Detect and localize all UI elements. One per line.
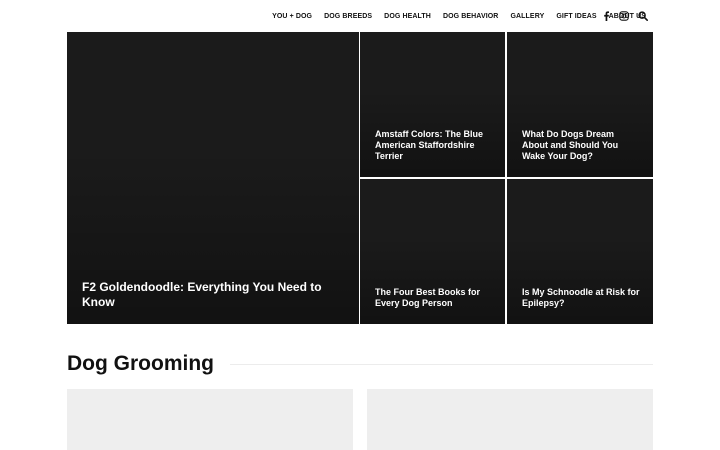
nav-item-gift-ideas[interactable]: GIFT IDEAS [556, 13, 596, 20]
image-overlay [507, 237, 653, 324]
featured-post-1[interactable]: Amstaff Colors: The Blue American Staffo… [360, 32, 505, 177]
featured-post-title[interactable]: What Do Dogs Dream About and Should You … [522, 129, 641, 162]
section-title: Dog Grooming [67, 350, 230, 378]
top-navigation-bar: YOU + DOG DOG BREEDS DOG HEALTH DOG BEHA… [0, 0, 720, 32]
featured-post-4[interactable]: Is My Schnoodle at Risk for Epilepsy? [507, 179, 653, 324]
featured-post-main[interactable]: F2 Goldendoodle: Everything You Need to … [67, 32, 359, 324]
main-nav: YOU + DOG DOG BREEDS DOG HEALTH DOG BEHA… [272, 0, 646, 32]
featured-post-title[interactable]: Is My Schnoodle at Risk for Epilepsy? [522, 287, 641, 309]
nav-item-dog-breeds[interactable]: DOG BREEDS [324, 13, 372, 20]
nav-item-dog-behavior[interactable]: DOG BEHAVIOR [443, 13, 499, 20]
facebook-icon[interactable] [599, 9, 613, 23]
featured-post-3[interactable]: The Four Best Books for Every Dog Person [360, 179, 505, 324]
featured-posts-grid: F2 Goldendoodle: Everything You Need to … [67, 32, 653, 324]
facebook-glyph [604, 11, 609, 21]
nav-item-gallery[interactable]: GALLERY [510, 13, 544, 20]
instagram-glyph [619, 11, 629, 21]
grooming-post-card-2[interactable] [367, 389, 653, 450]
image-overlay [360, 237, 505, 324]
featured-post-title[interactable]: The Four Best Books for Every Dog Person [375, 287, 493, 309]
instagram-icon[interactable] [617, 9, 631, 23]
featured-post-2[interactable]: What Do Dogs Dream About and Should You … [507, 32, 653, 177]
dog-grooming-section-header: Dog Grooming [67, 350, 653, 380]
featured-post-title[interactable]: F2 Goldendoodle: Everything You Need to … [82, 280, 347, 310]
search-icon[interactable] [636, 9, 650, 23]
featured-post-title[interactable]: Amstaff Colors: The Blue American Staffo… [375, 129, 493, 162]
nav-item-dog-health[interactable]: DOG HEALTH [384, 13, 431, 20]
nav-item-you-plus-dog[interactable]: YOU + DOG [272, 13, 312, 20]
grooming-post-card-1[interactable] [67, 389, 353, 450]
search-glyph [638, 11, 648, 21]
